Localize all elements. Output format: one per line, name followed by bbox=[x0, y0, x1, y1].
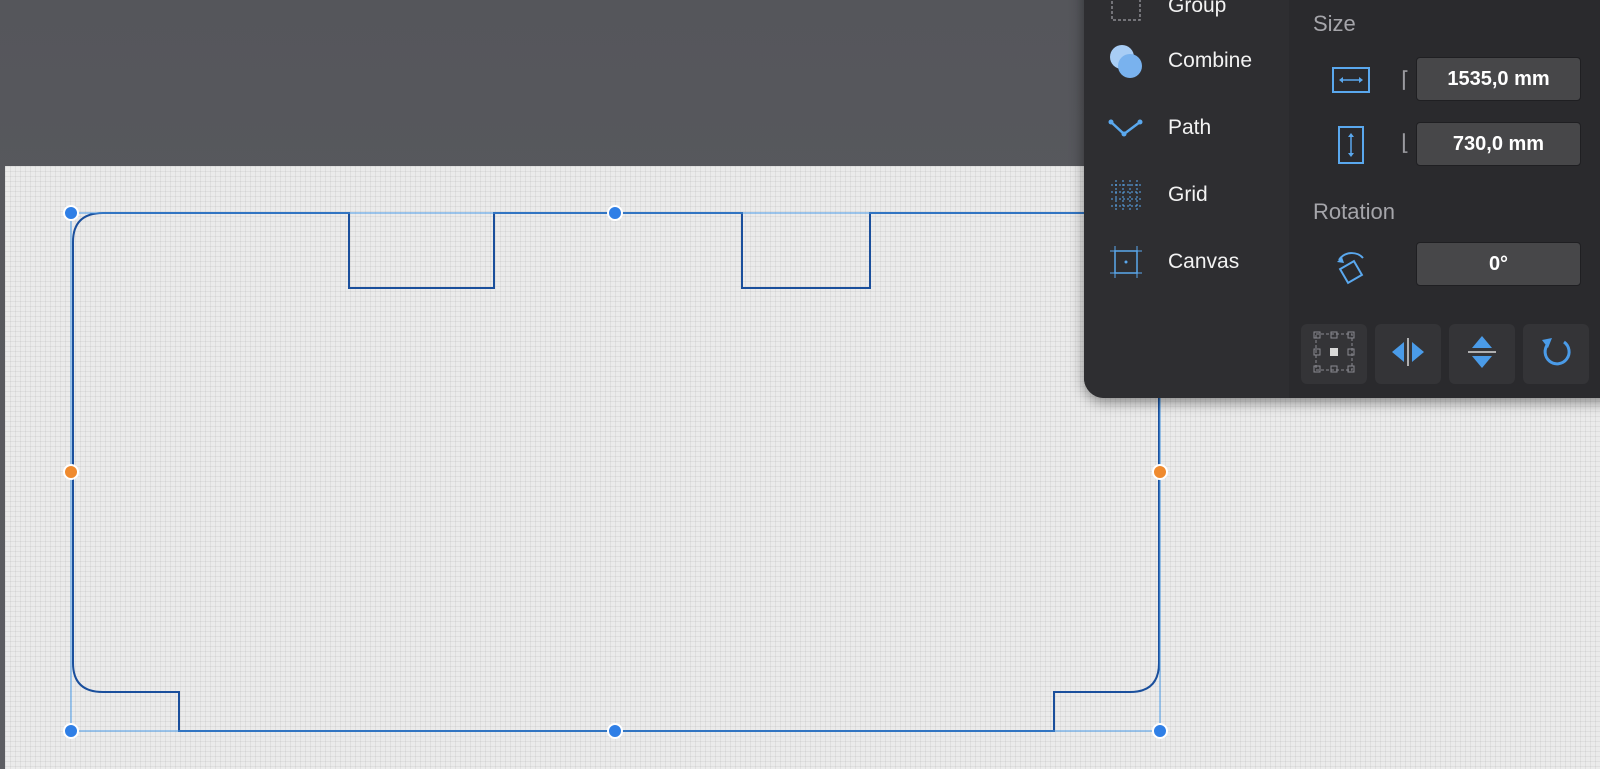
rotation-icon bbox=[1329, 244, 1373, 288]
menu-label-combine: Combine bbox=[1168, 49, 1253, 72]
menu-item-group[interactable]: Group bbox=[1084, 0, 1289, 34]
height-field[interactable]: 730,0 mm bbox=[1416, 122, 1581, 166]
resize-handle-bottom-right[interactable] bbox=[1152, 723, 1168, 739]
rotation-field[interactable]: 0° bbox=[1416, 242, 1581, 286]
width-bracket-icon: ⌈ bbox=[1401, 67, 1410, 92]
flip-vertical-icon bbox=[1460, 330, 1504, 379]
menu-item-grid[interactable]: Grid bbox=[1084, 167, 1289, 223]
resize-handle-top-center[interactable] bbox=[607, 205, 623, 221]
width-field[interactable]: 1535,0 mm bbox=[1416, 57, 1581, 101]
resize-handle-middle-left[interactable] bbox=[63, 464, 79, 480]
rotate-icon bbox=[1534, 330, 1578, 379]
object-menu: Group Combine Path Grid Canvas bbox=[1084, 0, 1290, 398]
resize-handle-bottom-center[interactable] bbox=[607, 723, 623, 739]
menu-item-path[interactable]: Path bbox=[1084, 100, 1289, 156]
menu-item-canvas[interactable]: Canvas bbox=[1084, 234, 1289, 290]
anchor-grid-button[interactable] bbox=[1301, 324, 1367, 384]
height-bracket-icon: ⌊ bbox=[1401, 130, 1410, 155]
menu-item-combine[interactable]: Combine bbox=[1084, 33, 1289, 89]
width-icon bbox=[1329, 58, 1373, 102]
menu-label-grid: Grid bbox=[1168, 183, 1208, 206]
grid-icon bbox=[1106, 175, 1146, 215]
group-icon bbox=[1106, 0, 1146, 26]
canvas-icon bbox=[1106, 242, 1146, 282]
flip-horizontal-button[interactable] bbox=[1375, 324, 1441, 384]
properties-pane: Size ⌈ 1535,0 mm ⌊ 730,0 mm Rotation 0° bbox=[1289, 0, 1600, 398]
height-icon bbox=[1329, 123, 1373, 167]
resize-handle-middle-right[interactable] bbox=[1152, 464, 1168, 480]
selected-shape[interactable] bbox=[72, 212, 1160, 732]
flip-horizontal-icon bbox=[1386, 330, 1430, 379]
menu-label-group: Group bbox=[1168, 0, 1227, 17]
menu-label-path: Path bbox=[1168, 116, 1212, 139]
rotate-button[interactable] bbox=[1523, 324, 1589, 384]
path-icon bbox=[1106, 108, 1146, 148]
menu-label-canvas: Canvas bbox=[1168, 250, 1240, 273]
rotation-section-title: Rotation bbox=[1313, 199, 1395, 224]
resize-handle-top-left[interactable] bbox=[63, 205, 79, 221]
inspector-panel: Group Combine Path Grid Canvas Size ⌈ 15… bbox=[1084, 0, 1600, 398]
combine-icon bbox=[1106, 41, 1146, 81]
size-section-title: Size bbox=[1313, 11, 1356, 36]
flip-vertical-button[interactable] bbox=[1449, 324, 1515, 384]
anchor-grid-icon bbox=[1312, 330, 1356, 379]
selection-bounding-box bbox=[70, 212, 1161, 732]
resize-handle-bottom-left[interactable] bbox=[63, 723, 79, 739]
